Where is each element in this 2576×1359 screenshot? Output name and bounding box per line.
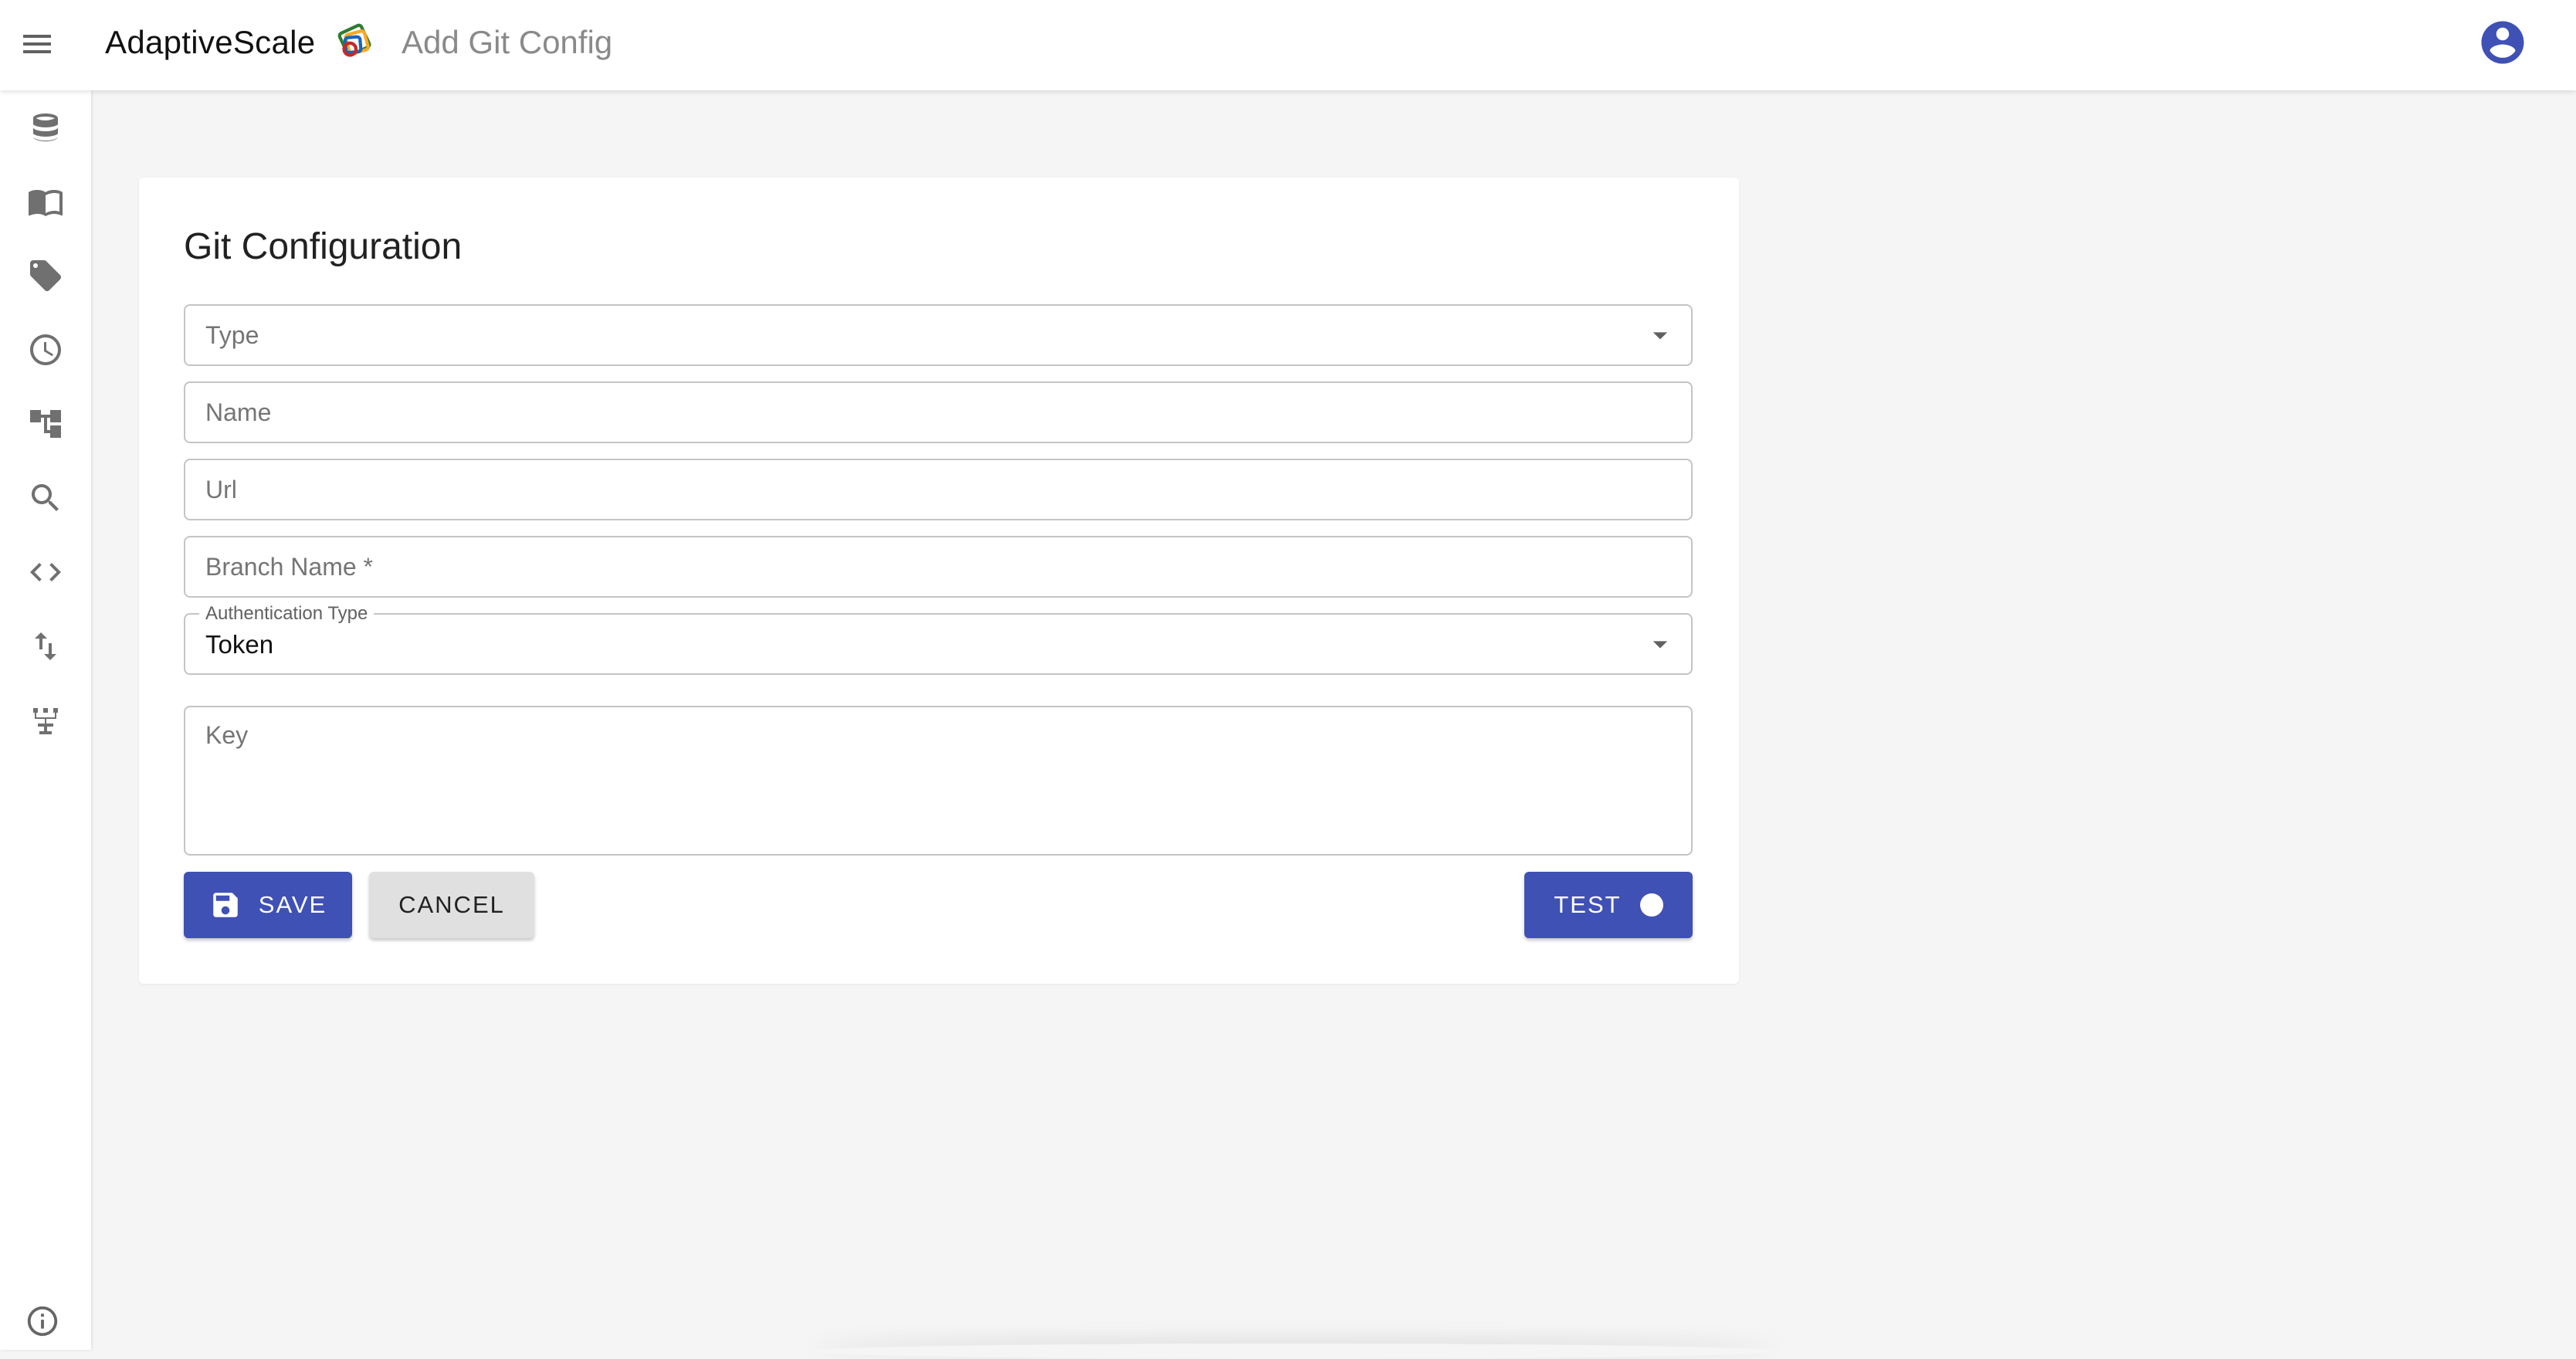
sidebar-item-hierarchy[interactable] (0, 393, 91, 455)
sidebar-item-lineage[interactable] (0, 690, 91, 751)
url-field[interactable]: Url (184, 459, 1693, 520)
chevron-down-icon[interactable] (1643, 318, 1677, 352)
swap-vertical-icon (35, 632, 56, 660)
branch-name-field[interactable]: Branch Name * (184, 536, 1693, 598)
cancel-button-label: CANCEL (398, 891, 505, 918)
sidebar-item-transfer[interactable] (0, 615, 91, 677)
sidebar-item-databases[interactable] (0, 97, 91, 158)
authentication-type-value: Token (205, 630, 274, 659)
page-title: Add Git Config (402, 24, 613, 60)
authentication-type-select[interactable]: Authentication Type Token (184, 604, 1693, 675)
save-button[interactable]: SAVE (184, 872, 352, 938)
adaptivescale-logo-icon (334, 19, 378, 64)
key-placeholder: Key (205, 721, 249, 749)
history-icon (30, 334, 61, 365)
tag-icon (30, 260, 61, 291)
test-button[interactable]: TEST (1524, 872, 1693, 938)
bottom-panel-shadow (811, 1344, 1776, 1359)
search-icon (32, 484, 59, 511)
test-button-label: TEST (1554, 891, 1622, 918)
menu-icon[interactable] (19, 25, 56, 63)
info-icon[interactable] (25, 1303, 60, 1339)
git-config-card: Git Configuration Type Name Url Branch N… (139, 178, 1739, 984)
lineage-icon (33, 708, 58, 734)
top-app-bar: AdaptiveScale Add Git Config (0, 0, 2576, 90)
name-field[interactable]: Name (184, 381, 1693, 443)
book-icon (29, 190, 63, 216)
sidebar-item-catalog[interactable] (0, 171, 91, 232)
sidebar-item-search[interactable] (0, 467, 91, 529)
code-icon (30, 563, 61, 581)
type-placeholder: Type (205, 321, 259, 349)
form-title: Git Configuration (184, 226, 463, 267)
save-button-label: SAVE (258, 891, 327, 918)
status-dot-icon (1639, 893, 1663, 917)
cancel-button[interactable]: CANCEL (369, 872, 534, 938)
key-field[interactable]: Key (184, 706, 1693, 856)
sidebar-item-tags[interactable] (0, 245, 91, 307)
sidebar-item-history[interactable] (0, 319, 91, 381)
chevron-down-icon[interactable] (1643, 627, 1677, 661)
account-circle-icon[interactable] (2477, 17, 2528, 68)
database-icon (33, 114, 58, 141)
type-select[interactable]: Type (184, 304, 1693, 366)
branch-name-placeholder: Branch Name * (205, 553, 373, 581)
app-name[interactable]: AdaptiveScale (105, 22, 315, 63)
save-icon (209, 889, 242, 921)
sidebar-item-code[interactable] (0, 541, 91, 603)
url-placeholder: Url (205, 476, 237, 503)
name-placeholder: Name (205, 398, 272, 426)
hierarchy-icon (30, 410, 61, 438)
sidebar (0, 90, 91, 1350)
